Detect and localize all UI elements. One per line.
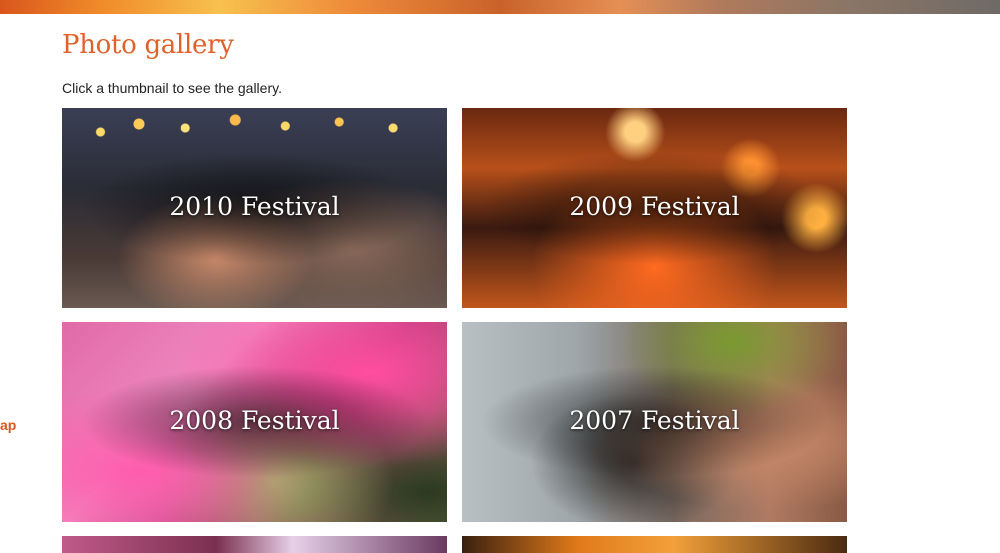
intro-text: Click a thumbnail to see the gallery. [62,80,282,96]
page-title: Photo gallery [62,30,234,60]
gallery-thumb-label: 2007 Festival [569,406,740,436]
festival-photo [462,536,847,553]
gallery-thumb-2007-festival[interactable]: 2007 Festival [462,322,847,522]
gallery-thumb-partial-right[interactable] [462,536,847,553]
gallery-thumb-2010-festival[interactable]: 2010 Festival [62,108,447,308]
gallery-thumb-partial-left[interactable] [62,536,447,553]
gallery-thumb-2008-festival[interactable]: 2008 Festival [62,322,447,522]
gallery-thumb-2009-festival[interactable]: 2009 Festival [462,108,847,308]
header-banner-image [0,0,1000,14]
gallery-thumb-label: 2008 Festival [169,406,340,436]
sidebar-link-fragment[interactable]: ap [0,417,16,433]
festival-photo [62,536,447,553]
gallery-thumb-label: 2009 Festival [569,192,740,222]
gallery-thumb-label: 2010 Festival [169,192,340,222]
